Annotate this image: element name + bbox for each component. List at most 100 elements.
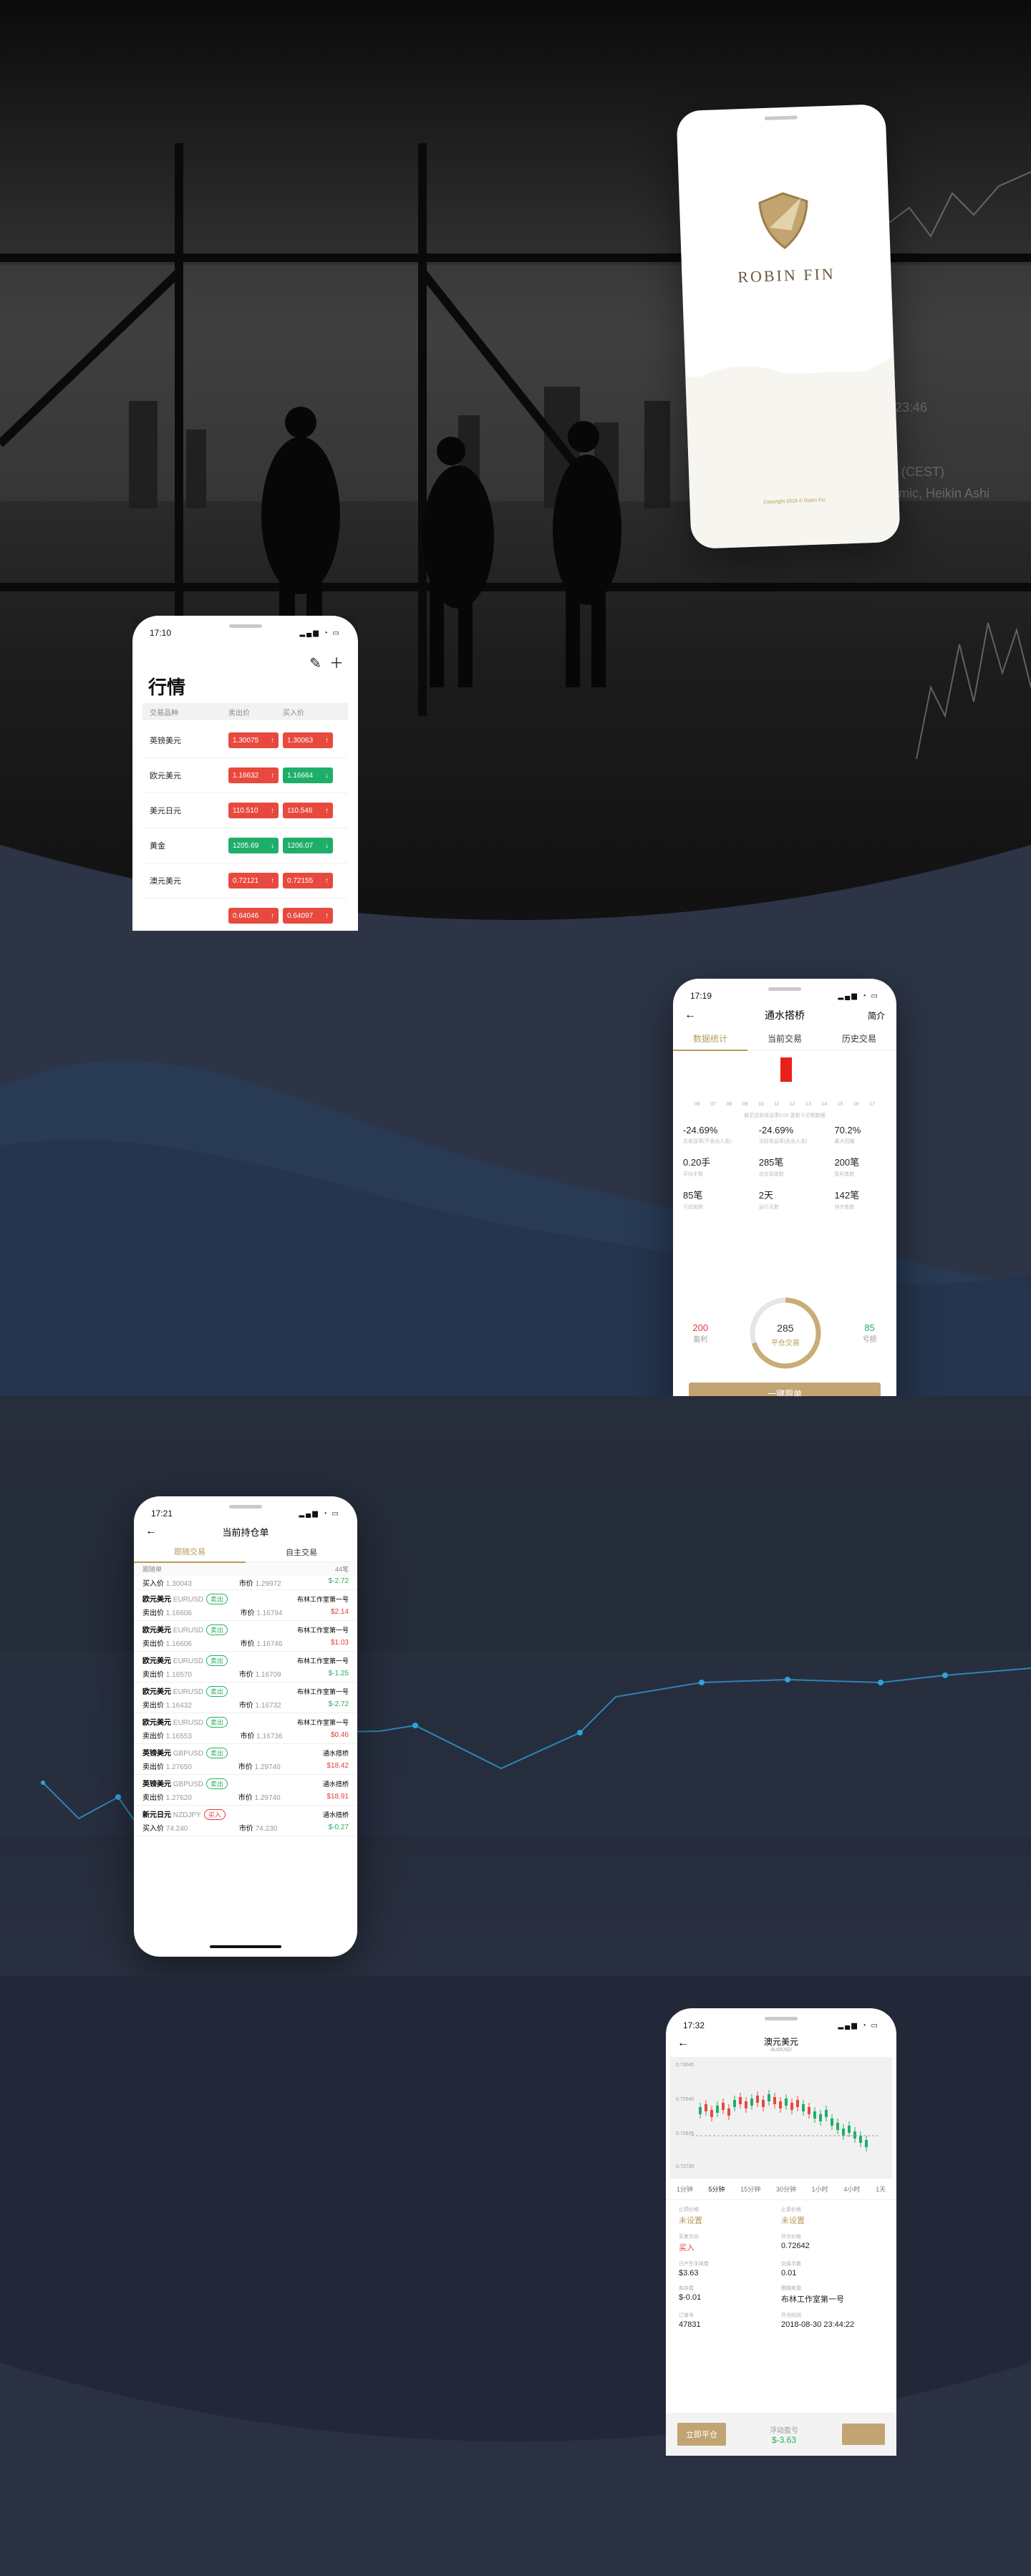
sell-price-button[interactable]: 0.64046 ↑ — [228, 908, 279, 924]
toolbar: ✎ ＋ — [309, 652, 344, 672]
tab-bar: 跟随交易 自主交易 — [134, 1541, 357, 1563]
notch — [768, 987, 801, 991]
close-position-button[interactable]: 立即平仓 — [677, 2423, 726, 2446]
candle — [848, 2126, 851, 2133]
instrument-name: 欧元美元 — [142, 1627, 171, 1635]
market-row[interactable]: 澳元美元 0.72121 ↑ 0.72155 ↑ — [142, 863, 348, 899]
candle-chart: 0.73045 0.72940 0.72835 0.72730 — [670, 2057, 892, 2179]
clock: 17:10 — [150, 628, 172, 638]
direction-badge: 卖出 — [206, 1594, 228, 1604]
current-price: 1.16709 — [255, 1670, 281, 1679]
candle — [836, 2123, 839, 2130]
position-item[interactable]: 欧元美元 EURUSD 卖出 布林工作室第一号 卖出价 1.16553 市价 1.16… — [134, 1713, 357, 1744]
position-item[interactable]: 欧元美元 EURUSD 卖出 布林工作室第一号 卖出价 1.16606 市价 1.16… — [134, 1621, 357, 1652]
positions-phone: 17:21 ▂▄▆ ◔ ▭ ← 当前持仓单 跟随交易 自主交易 跟随单 44笔 买入… — [134, 1496, 357, 1957]
intro-link[interactable]: 简介 — [868, 1009, 885, 1022]
sell-price: 0.72121 — [233, 876, 259, 885]
position-item[interactable]: 英镑美元 GBPUSD 卖出 通水搭桥 卖出价 1.27620 市价 1.29740 $… — [134, 1775, 357, 1806]
position-item[interactable]: 新元日元 NZDJPY 买入 通水搭桥 买入价 74.240 市价 74.230 $-0… — [134, 1806, 357, 1836]
period-tab[interactable]: 4小时 — [843, 2184, 860, 2194]
current-price: 1.29972 — [255, 1580, 281, 1588]
back-arrow-icon[interactable]: ← — [145, 1525, 157, 1538]
order-field: 开仓时间 2018-08-30 23:44:22 — [781, 2312, 884, 2329]
buy-price-button[interactable]: 1.16664 ↓ — [283, 768, 333, 783]
instrument-code: EURUSD — [173, 1657, 204, 1665]
period-tab[interactable]: 1分钟 — [677, 2184, 693, 2194]
buy-price-button[interactable]: 0.64097 ↑ — [283, 908, 333, 924]
signal-icons: ▂▄▆ ◔ ▭ — [299, 629, 341, 637]
side: 卖出价 — [142, 1732, 164, 1740]
stat-cell: -24.69% 当前收益率(含出入金) — [759, 1125, 831, 1145]
field-label: 买卖方向 — [679, 2234, 699, 2240]
instrument-name: 欧元美元 — [142, 1688, 171, 1696]
type: 市价 — [238, 1763, 253, 1771]
type: 市价 — [240, 1732, 255, 1740]
period-tab[interactable]: 1天 — [876, 2184, 886, 2194]
back-arrow-icon[interactable]: ← — [684, 1009, 696, 1022]
position-item[interactable]: 欧元美元 EURUSD 卖出 布林工作室第一号 卖出价 1.16606 市价 1.16… — [134, 1590, 357, 1621]
bottom-bar: 立即平仓 浮动盈亏 $-3.63 — [666, 2413, 896, 2456]
side: 卖出价 — [142, 1793, 164, 1802]
col-buy: 买入价 — [283, 709, 304, 717]
instrument-code: GBPUSD — [173, 1750, 204, 1758]
instrument-code: EURUSD — [173, 1688, 204, 1696]
field-value: 0.01 — [781, 2269, 797, 2277]
market-row[interactable]: 0.64046 ↑ 0.64097 ↑ — [142, 899, 348, 931]
buy-price-button[interactable]: 110.546 ↑ — [283, 803, 333, 818]
field-value: $3.63 — [679, 2269, 699, 2277]
sell-price-button[interactable]: 0.72121 ↑ — [228, 873, 279, 888]
tab-stats[interactable]: 数据统计 — [673, 1032, 747, 1051]
current-price: 1.16736 — [256, 1732, 283, 1740]
home-indicator — [210, 1945, 281, 1948]
buy-price-button[interactable]: 0.72155 ↑ — [283, 873, 333, 888]
tab-history[interactable]: 历史交易 — [822, 1032, 896, 1045]
period-tab[interactable]: 15分钟 — [740, 2184, 760, 2194]
stat-label: 最大回撤 — [834, 1139, 855, 1144]
price: 74.240 — [165, 1824, 188, 1833]
first-position-row[interactable]: 买入价 1.30043 市价 1.29972 $-2.72 — [134, 1576, 357, 1590]
market-row[interactable]: 美元日元 110.510 ↑ 110.546 ↑ — [142, 793, 348, 828]
notch — [764, 115, 798, 120]
axis-tick: 11 — [774, 1102, 780, 1107]
price: 1.16606 — [165, 1609, 192, 1617]
edit-icon[interactable]: ✎ — [309, 656, 321, 672]
tab-self[interactable]: 自主交易 — [246, 1546, 357, 1558]
current-price: 74.230 — [255, 1824, 278, 1833]
sell-price-button[interactable]: 1.30075 ↑ — [228, 732, 279, 748]
period-tab[interactable]: 5分钟 — [709, 2184, 725, 2194]
market-row[interactable]: 欧元美元 1.16632 ↑ 1.16664 ↓ — [142, 758, 348, 793]
direction-badge: 卖出 — [206, 1717, 228, 1728]
tab-current[interactable]: 当前交易 — [747, 1032, 822, 1045]
back-arrow-icon[interactable]: ← — [677, 2037, 689, 2050]
period-tab[interactable]: 1小时 — [812, 2184, 828, 2194]
candle — [733, 2100, 736, 2107]
ring-left-label: 盈利 — [693, 1336, 708, 1344]
sell-price-button[interactable]: 1.16632 ↑ — [228, 768, 279, 783]
trend-arrow-icon: ↑ — [271, 736, 274, 745]
position-item[interactable]: 欧元美元 EURUSD 卖出 布林工作室第一号 卖出价 1.16570 市价 1.16… — [134, 1652, 357, 1682]
market-row[interactable]: 英镑美元 1.30075 ↑ 1.30063 ↑ — [142, 723, 348, 758]
market-list: 英镑美元 1.30075 ↑ 1.30063 ↑ 欧元美元 1.16632 ↑ 1.16… — [142, 723, 348, 931]
chart-bar — [780, 1057, 792, 1082]
buy-price-button[interactable]: 1206.07 ↓ — [283, 838, 333, 853]
trend-arrow-icon: ↑ — [271, 876, 274, 885]
type: 市价 — [240, 1640, 255, 1648]
candle — [727, 2108, 730, 2116]
add-icon[interactable]: ＋ — [329, 656, 344, 672]
period-tab[interactable]: 30分钟 — [776, 2184, 796, 2194]
candle — [705, 2104, 707, 2111]
position-item[interactable]: 欧元美元 EURUSD 卖出 布林工作室第一号 卖出价 1.16432 市价 1.16… — [134, 1682, 357, 1713]
market-row[interactable]: 黄金 1205.69 ↓ 1206.07 ↓ — [142, 828, 348, 863]
action-button[interactable] — [842, 2424, 885, 2445]
trend-arrow-icon: ↑ — [271, 911, 274, 920]
stat-cell: 142笔 持仓笔数 — [834, 1188, 886, 1211]
page-title: 行情 — [148, 677, 186, 698]
position-item[interactable]: 英镑美元 GBPUSD 卖出 通水搭桥 卖出价 1.27650 市价 1.29740 $… — [134, 1744, 357, 1775]
tab-follow[interactable]: 跟随交易 — [134, 1541, 246, 1563]
field-label: 止盈价格 — [781, 2207, 801, 2212]
sell-price-button[interactable]: 1205.69 ↓ — [228, 838, 279, 853]
ring-left: 200 盈利 — [692, 1322, 708, 1344]
buy-price-button[interactable]: 1.30063 ↑ — [283, 732, 333, 748]
sell-price-button[interactable]: 110.510 ↑ — [228, 803, 279, 818]
buy-price: 1.30063 — [287, 736, 314, 745]
